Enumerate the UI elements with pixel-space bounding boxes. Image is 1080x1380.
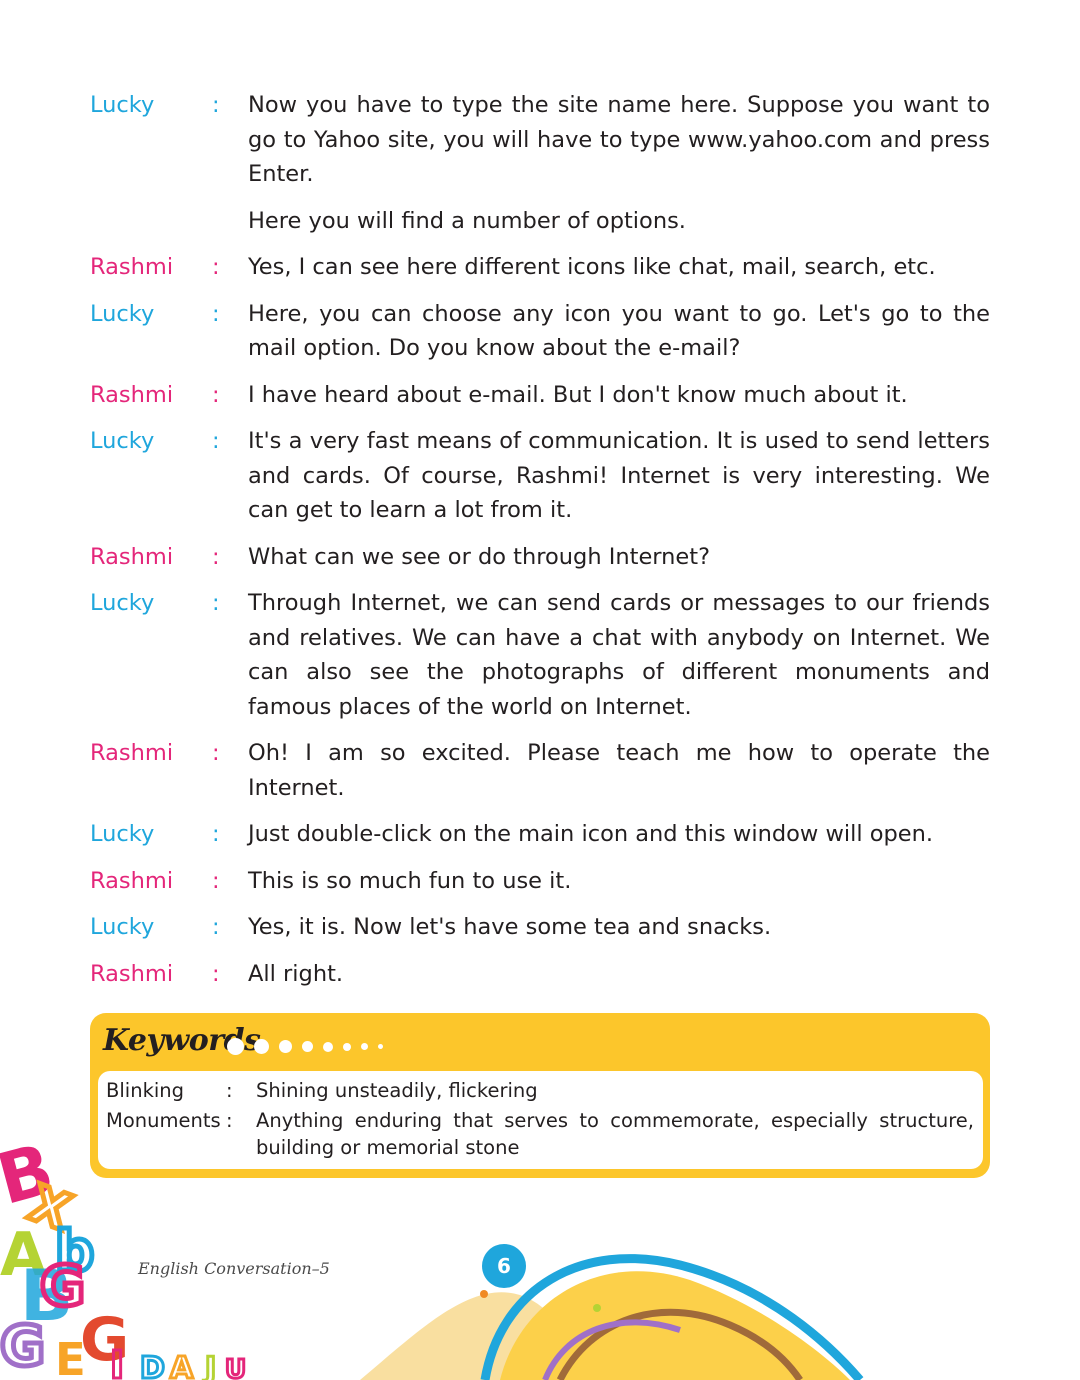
svg-text:A: A bbox=[170, 1351, 194, 1380]
svg-text:U: U bbox=[225, 1355, 246, 1380]
book-title: English Conversation–5 bbox=[138, 1259, 330, 1278]
speaker-name: Rashmi bbox=[90, 740, 174, 766]
speaker-colon: : bbox=[212, 254, 220, 280]
footer-decoration: B X b A B G G G E I D A J U bbox=[0, 1130, 864, 1380]
dialogue-text: Yes, it is. Now let's have some tea and … bbox=[248, 914, 772, 940]
dialogue-text: I have heard about e-mail. But I don't k… bbox=[248, 381, 908, 408]
speaker-name: Lucky bbox=[90, 300, 155, 327]
svg-text:J: J bbox=[203, 1351, 216, 1380]
dialogue-line: Lucky: It's a very fast means of communic… bbox=[90, 424, 990, 528]
speaker-colon: : bbox=[212, 381, 220, 408]
speaker-colon: : bbox=[212, 590, 220, 616]
alphabet-letters-art: B X b A B G G G E I D A J U bbox=[0, 1130, 248, 1380]
dialogue-line: Here you will find a number of options. bbox=[90, 204, 990, 239]
svg-text:D: D bbox=[140, 1351, 165, 1380]
dialogue-text: Here, you can choose any icon you want t… bbox=[248, 300, 990, 362]
speaker-colon bbox=[212, 204, 248, 239]
svg-text:E: E bbox=[55, 1333, 86, 1380]
speaker-name: Lucky bbox=[90, 821, 155, 847]
dialogue-line: Rashmi: I have heard about e-mail. But I … bbox=[90, 378, 990, 413]
dialogue-line: Rashmi: Oh! I am so excited. Please teach… bbox=[90, 736, 990, 805]
orange-dot bbox=[480, 1290, 488, 1298]
speaker-name bbox=[90, 204, 212, 239]
dialogue-line: Lucky: Now you have to type the site name… bbox=[90, 88, 990, 192]
dialogue-line: Lucky: Yes, it is. Now let's have some te… bbox=[90, 910, 990, 945]
speaker-colon: : bbox=[212, 428, 220, 454]
keyword-colon: : bbox=[226, 1079, 233, 1102]
dialogue-text: It's a very fast means of communication.… bbox=[248, 428, 990, 523]
speaker-colon: : bbox=[212, 300, 220, 327]
dialogue-text: This is so much fun to use it. bbox=[248, 867, 572, 894]
dialogue-text: Now you have to type the site name here.… bbox=[248, 92, 990, 187]
dialogue-text: All right. bbox=[248, 960, 344, 987]
dialogue-line: Lucky: Here, you can choose any icon you … bbox=[90, 297, 990, 366]
dialogue-text: Yes, I can see here different icons like… bbox=[248, 254, 936, 280]
green-dot bbox=[593, 1304, 601, 1312]
dialogue-line: Rashmi: This is so much fun to use it. bbox=[90, 864, 990, 899]
svg-text:G: G bbox=[40, 1254, 85, 1318]
speaker-name: Rashmi bbox=[90, 381, 174, 408]
keyword-definition: Shining unsteadily, flickering bbox=[256, 1079, 538, 1102]
page-number: 6 bbox=[482, 1244, 526, 1288]
dialogue-line: Rashmi: All right. bbox=[90, 957, 990, 992]
speaker-name: Lucky bbox=[90, 428, 155, 454]
dialogue-line: Rashmi: What can we see or do through Int… bbox=[90, 540, 990, 575]
speaker-name: Lucky bbox=[90, 92, 155, 118]
speaker-name: Rashmi bbox=[90, 254, 174, 280]
keyword-term: Blinking bbox=[106, 1079, 185, 1102]
speaker-colon: : bbox=[212, 914, 220, 940]
dialogue-text: Oh! I am so excited. Please teach me how… bbox=[248, 740, 990, 801]
speaker-colon: : bbox=[212, 740, 220, 766]
dialogue-line: Rashmi: Yes, I can see here different ico… bbox=[90, 250, 990, 285]
keyword-row: Blinking : Shining unsteadily, flickerin… bbox=[106, 1077, 974, 1104]
speaker-name: Lucky bbox=[90, 590, 155, 616]
speaker-name: Lucky bbox=[90, 914, 155, 940]
dialogue-text: What can we see or do through Internet? bbox=[248, 543, 711, 570]
speaker-colon: : bbox=[212, 543, 220, 570]
dialogue-text: Just double-click on the main icon and t… bbox=[248, 821, 934, 847]
speaker-colon: : bbox=[212, 92, 220, 118]
dialogue-text: Here you will find a number of options. bbox=[248, 207, 686, 234]
speaker-colon: : bbox=[212, 867, 220, 894]
speaker-colon: : bbox=[212, 960, 220, 987]
svg-text:I: I bbox=[110, 1343, 124, 1380]
dialogue-line: Lucky: Through Internet, we can send card… bbox=[90, 586, 990, 724]
speaker-name: Rashmi bbox=[90, 867, 174, 894]
dialogue: Lucky: Now you have to type the site name… bbox=[90, 88, 990, 1003]
keywords-dots-decoration bbox=[227, 1038, 393, 1055]
dialogue-text: Through Internet, we can send cards or m… bbox=[248, 590, 990, 720]
speaker-name: Rashmi bbox=[90, 960, 174, 987]
dialogue-line: Lucky: Just double-click on the main icon… bbox=[90, 817, 990, 852]
speaker-colon: : bbox=[212, 821, 220, 847]
speaker-name: Rashmi bbox=[90, 543, 174, 570]
svg-text:G: G bbox=[0, 1314, 45, 1378]
